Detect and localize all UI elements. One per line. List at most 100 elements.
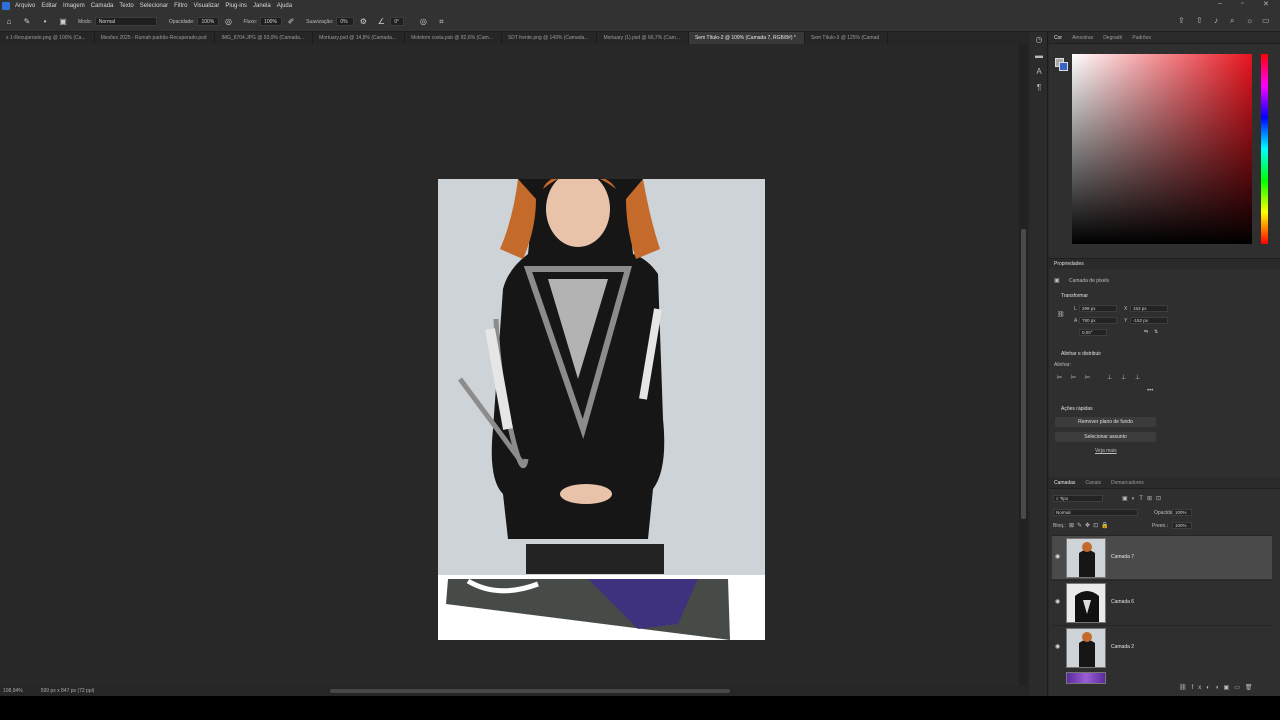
fill-field[interactable]: 100% bbox=[1172, 522, 1192, 529]
foreground-color-swatch[interactable] bbox=[1059, 62, 1068, 71]
lock-icons[interactable]: ⊠✎✥⊡🔒 bbox=[1069, 522, 1112, 529]
layer-filter-icons[interactable]: ▣◐T⊞⊡ bbox=[1122, 495, 1165, 502]
flip-vertical-icon[interactable]: ⇅ bbox=[1154, 329, 1158, 335]
menu-plugins[interactable]: Plug-ins bbox=[225, 3, 247, 9]
align-right-icon[interactable]: ⊨ bbox=[1085, 374, 1090, 381]
quick-actions-label[interactable]: Ações rápidas bbox=[1061, 406, 1093, 412]
comments-icon[interactable]: ▬ bbox=[1030, 48, 1048, 64]
menu-selecionar[interactable]: Selecionar bbox=[140, 3, 168, 9]
more-options-icon[interactable]: ••• bbox=[1147, 388, 1153, 394]
tab-cor[interactable]: Cor bbox=[1054, 35, 1062, 41]
zoom-level[interactable]: 108,94% bbox=[3, 688, 23, 694]
tab-doc-7[interactable]: Mortuary (1).psd @ 66,7% (Cam... bbox=[597, 32, 689, 44]
mode-select[interactable]: Normal bbox=[94, 17, 157, 26]
maximize-icon[interactable]: ▫ bbox=[1241, 0, 1243, 7]
layer-name[interactable]: Camada 2 bbox=[1111, 644, 1134, 650]
horizontal-scrollbar[interactable] bbox=[330, 689, 730, 693]
remove-background-button[interactable]: Remover plano de fundo bbox=[1055, 417, 1156, 427]
tab-doc-2[interactable]: Mesões 2025 - Rumah padrão-Recuperado.ps… bbox=[95, 32, 216, 44]
close-icon[interactable]: ✕ bbox=[1263, 0, 1269, 8]
layer-row-camada-6[interactable]: ◉ Camada 6 bbox=[1052, 580, 1272, 624]
layer-opacity-field[interactable]: 100% bbox=[1172, 509, 1192, 516]
visibility-eye-icon[interactable]: ◉ bbox=[1055, 553, 1060, 560]
x-field[interactable]: 153 px bbox=[1130, 305, 1168, 312]
layer-name[interactable]: Camada 7 bbox=[1111, 554, 1134, 560]
layer-filter-select[interactable]: ⌕ Tipo bbox=[1053, 495, 1103, 502]
brush-settings-icon[interactable]: ▣ bbox=[58, 17, 68, 27]
see-more-link[interactable]: Veja mais bbox=[1095, 448, 1117, 454]
opacity-field[interactable]: 100% bbox=[197, 17, 220, 26]
bell-icon[interactable]: ♪ bbox=[1214, 16, 1218, 25]
select-subject-button[interactable]: Selecionar assunto bbox=[1055, 432, 1156, 442]
tab-degrade[interactable]: Degradê bbox=[1103, 35, 1122, 41]
document-canvas[interactable] bbox=[438, 179, 765, 640]
align-center-icon[interactable]: ⊨ bbox=[1071, 374, 1076, 381]
gear-icon[interactable]: ⚙ bbox=[358, 17, 368, 27]
menu-imagem[interactable]: Imagem bbox=[63, 3, 85, 9]
pressure-opacity-icon[interactable]: ◎ bbox=[223, 17, 233, 27]
width-field[interactable]: 299 px bbox=[1079, 305, 1117, 312]
tab-doc-9[interactable]: Sem Título-3 @ 125% (Camad bbox=[805, 32, 889, 44]
panels-icon[interactable]: ▭ bbox=[1262, 16, 1270, 25]
link-icon[interactable]: ⛓ bbox=[1057, 311, 1065, 318]
height-field[interactable]: 780 px bbox=[1079, 317, 1117, 324]
doc-info[interactable]: 599 px x 847 px (72 ppi) bbox=[41, 688, 95, 694]
airbrush-icon[interactable]: ✐ bbox=[286, 17, 296, 27]
tab-padroes[interactable]: Padrões bbox=[1132, 35, 1151, 41]
minimize-icon[interactable]: – bbox=[1218, 0, 1222, 7]
tab-doc-1[interactable]: s 1-Recuperado.png @ 100% (Ca... bbox=[0, 32, 95, 44]
tab-demarcadores[interactable]: Demarcadores bbox=[1111, 480, 1144, 486]
flip-horizontal-icon[interactable]: ⇆ bbox=[1144, 329, 1148, 335]
brush-tool-icon[interactable]: ✎ bbox=[22, 17, 32, 27]
align-top-icon[interactable]: ⊥ bbox=[1107, 374, 1112, 381]
align-label[interactable]: Alinhar e distribuir bbox=[1061, 351, 1101, 357]
menu-editar[interactable]: Editar bbox=[41, 3, 57, 9]
align-middle-icon[interactable]: ⊥ bbox=[1121, 374, 1126, 381]
tab-doc-active[interactable]: Sem Título-2 @ 109% (Camada 7, RGB/8#) * bbox=[688, 32, 805, 44]
vertical-scrollbar[interactable] bbox=[1019, 44, 1028, 686]
tab-canais[interactable]: Canais bbox=[1085, 480, 1101, 486]
menu-filtro[interactable]: Filtro bbox=[174, 3, 187, 9]
tab-doc-6[interactable]: SDT frente.png @ 149% (Camada... bbox=[502, 32, 598, 44]
tab-doc-3[interactable]: IMG_8704.JPG @ 93,9% (Camada... bbox=[215, 32, 314, 44]
transform-label[interactable]: Transformar bbox=[1061, 293, 1088, 299]
color-picker-field[interactable] bbox=[1072, 54, 1252, 244]
menu-ajuda[interactable]: Ajuda bbox=[277, 3, 292, 9]
menu-texto[interactable]: Texto bbox=[119, 3, 133, 9]
angle-field[interactable]: 0° bbox=[390, 17, 405, 26]
align-bottom-icon[interactable]: ⊥ bbox=[1135, 374, 1140, 381]
history-icon[interactable]: ◷ bbox=[1030, 32, 1048, 48]
symmetry-icon[interactable]: ⌗ bbox=[436, 17, 446, 27]
tab-doc-4[interactable]: Mortuary.psd @ 14,8% (Camada... bbox=[313, 32, 406, 44]
align-left-icon[interactable]: ⊨ bbox=[1057, 374, 1062, 381]
workspace-icon[interactable]: ☼ bbox=[1246, 16, 1253, 25]
tab-doc-5[interactable]: Moletom costa.psb @ 82,6% (Cam... bbox=[405, 32, 502, 44]
tab-amostras[interactable]: Amostras bbox=[1072, 35, 1093, 41]
angle-field[interactable]: 0,00° bbox=[1079, 329, 1107, 336]
brush-preset-icon[interactable]: • bbox=[40, 17, 50, 27]
layer-thumbnail-partial[interactable] bbox=[1066, 672, 1106, 684]
tab-camadas[interactable]: Camadas bbox=[1054, 480, 1075, 486]
share-icon[interactable]: ⇪ bbox=[1178, 16, 1185, 25]
menu-arquivo[interactable]: Arquivo bbox=[15, 3, 35, 9]
blend-mode-select[interactable]: Normal bbox=[1053, 509, 1138, 516]
flow-field[interactable]: 100% bbox=[260, 17, 283, 26]
visibility-eye-icon[interactable]: ◉ bbox=[1055, 598, 1060, 605]
paragraph-icon[interactable]: ¶ bbox=[1030, 80, 1048, 96]
layer-row-camada-7[interactable]: ◉ Camada 7 bbox=[1052, 535, 1272, 579]
menu-janela[interactable]: Janela bbox=[253, 3, 271, 9]
layer-row-camada-2[interactable]: ◉ Camada 2 bbox=[1052, 625, 1272, 669]
menu-camada[interactable]: Camada bbox=[91, 3, 114, 9]
layer-name[interactable]: Camada 6 bbox=[1111, 599, 1134, 605]
menu-visualizar[interactable]: Visualizar bbox=[193, 3, 219, 9]
visibility-eye-icon[interactable]: ◉ bbox=[1055, 643, 1060, 650]
hue-slider[interactable] bbox=[1261, 54, 1268, 244]
search-icon[interactable]: ⌕ bbox=[1230, 16, 1234, 26]
smoothing-field[interactable]: 0% bbox=[336, 17, 355, 26]
y-field[interactable]: -152 px bbox=[1130, 317, 1168, 324]
home-icon[interactable]: ⌂ bbox=[4, 17, 14, 27]
layer-footer-icons[interactable]: ⛓fx◐◑▣▭🗑 bbox=[1179, 684, 1258, 691]
character-icon[interactable]: A bbox=[1030, 64, 1048, 80]
pressure-size-icon[interactable]: ◎ bbox=[418, 17, 428, 27]
export-icon[interactable]: ⇧ bbox=[1196, 16, 1203, 25]
